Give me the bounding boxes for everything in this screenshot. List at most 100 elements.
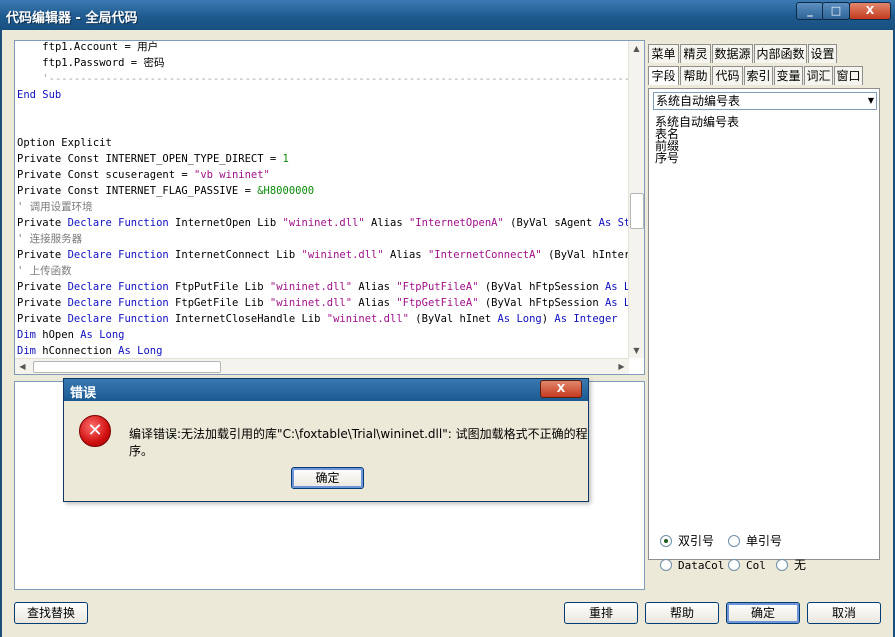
horizontal-scroll-thumb[interactable] xyxy=(33,361,221,373)
close-icon: X xyxy=(865,4,875,17)
code-token: hConnection xyxy=(35,345,119,357)
code-token: "wininet.dll" xyxy=(301,249,384,261)
tab-2[interactable]: 帮助 xyxy=(680,66,711,85)
radio-label: Col xyxy=(746,559,766,572)
code-token: As Long xyxy=(80,329,125,341)
code-token: ' 连接服务器 xyxy=(17,233,83,245)
code-line[interactable]: Option Explicit xyxy=(17,135,112,151)
code-line[interactable]: Private Declare Function InternetConnect… xyxy=(17,247,644,263)
code-token: Private Const scuseragent = xyxy=(17,169,195,181)
tab-1[interactable]: 字段 xyxy=(648,66,679,85)
maximize-button[interactable]: □ xyxy=(822,2,850,20)
help-button[interactable]: 帮助 xyxy=(645,602,719,624)
code-token: ftp1.Password = 密码 xyxy=(42,57,165,69)
code-line[interactable]: Private Const INTERNET_FLAG_PASSIVE = &H… xyxy=(17,183,314,199)
window-titlebar[interactable]: 代码编辑器 - 全局代码 _ □ X xyxy=(0,0,895,30)
scroll-up-icon[interactable]: ▲ xyxy=(629,41,644,56)
scroll-down-icon[interactable]: ▼ xyxy=(629,343,644,358)
tab-4[interactable]: 索引 xyxy=(744,66,773,85)
code-line[interactable]: ' 调用设置环境 xyxy=(17,199,93,215)
tab-5[interactable]: 变量 xyxy=(774,66,803,85)
window-client: ftp1.Account = 用户 ftp1.Password = 密码 '--… xyxy=(2,30,893,637)
code-token: Dim xyxy=(17,345,36,357)
code-line[interactable]: Private Declare Function InternetOpen Li… xyxy=(17,215,644,231)
radio-checked-icon xyxy=(660,535,672,547)
code-line[interactable]: Private Declare Function FtpGetFile Lib … xyxy=(17,295,644,311)
chevron-down-icon[interactable]: ▼ xyxy=(868,96,874,105)
tab-2[interactable]: 精灵 xyxy=(680,44,711,63)
code-token: Private Const INTERNET_OPEN_TYPE_DIRECT … xyxy=(17,153,283,165)
code-line[interactable]: ' 连接服务器 xyxy=(17,231,82,247)
tab-5[interactable]: 设置 xyxy=(808,44,837,63)
code-line[interactable]: ftp1.Account = 用户 xyxy=(17,41,159,55)
table-select[interactable]: 系统自动编号表 ▼ xyxy=(653,92,877,110)
tab-4[interactable]: 内部函数 xyxy=(754,44,807,63)
radio-label: 单引号 xyxy=(746,534,783,548)
radio-datacol[interactable]: DataCol xyxy=(660,558,724,573)
table-select-value: 系统自动编号表 xyxy=(656,94,741,108)
cancel-button[interactable]: 取消 xyxy=(807,602,881,624)
code-token: Declare Function xyxy=(67,249,169,261)
minimize-icon: _ xyxy=(807,4,813,17)
code-line[interactable]: Private Declare Function InternetCloseHa… xyxy=(17,311,618,327)
error-dialog-titlebar[interactable]: 错误 X xyxy=(64,379,588,401)
code-token: Declare Function xyxy=(67,297,169,309)
radio-label: 无 xyxy=(794,558,807,572)
code-line[interactable]: Dim hConnection As Long xyxy=(17,343,162,359)
radio-unchecked-icon xyxy=(660,559,672,571)
close-button[interactable]: X xyxy=(849,2,891,20)
tab-3[interactable]: 代码 xyxy=(712,66,743,85)
code-token: InternetOpen Lib xyxy=(168,217,283,229)
error-dialog-close-button[interactable]: X xyxy=(540,380,582,398)
code-token: "FtpPutFileA" xyxy=(396,281,479,293)
scroll-left-icon[interactable]: ◀ xyxy=(15,359,30,374)
ok-button[interactable]: 确定 xyxy=(726,602,800,624)
code-token: "wininet.dll" xyxy=(269,297,353,309)
vertical-scroll-thumb[interactable] xyxy=(630,193,644,229)
radio-unchecked-icon xyxy=(728,559,740,571)
code-token: Declare Function xyxy=(67,281,169,293)
code-line[interactable]: Dim hOpen As Long xyxy=(17,327,125,343)
find-replace-button[interactable]: 查找替换 xyxy=(14,602,88,624)
code-token: InternetCloseHandle Lib xyxy=(168,313,327,325)
code-line[interactable]: ftp1.Password = 密码 xyxy=(17,55,164,71)
list-item[interactable]: 序号 xyxy=(655,152,679,164)
code-token: "wininet.dll" xyxy=(326,313,409,325)
code-token: 1 xyxy=(282,153,289,165)
scroll-right-icon[interactable]: ▶ xyxy=(614,359,629,374)
code-line[interactable]: End Sub xyxy=(17,87,61,103)
code-editor[interactable]: ftp1.Account = 用户 ftp1.Password = 密码 '--… xyxy=(14,40,645,375)
rearrange-button[interactable]: 重排 xyxy=(564,602,638,624)
radio-none[interactable]: 无 xyxy=(776,558,806,572)
editor-horizontal-scrollbar[interactable]: ◀ ▶ xyxy=(15,358,629,374)
radio-col[interactable]: Col xyxy=(728,558,766,573)
code-token: "InternetOpenA" xyxy=(408,217,504,229)
code-token: &H8000000 xyxy=(257,185,315,197)
code-token: As Integer xyxy=(554,313,618,325)
maximize-icon: □ xyxy=(830,4,842,17)
minimize-button[interactable]: _ xyxy=(796,2,824,20)
code-token: ftp1.Account = 用户 xyxy=(42,41,159,53)
tab-6[interactable]: 词汇 xyxy=(804,66,833,85)
field-panel: 系统自动编号表 ▼ 系统自动编号表 表名 前缀 序号 xyxy=(648,88,880,560)
error-icon: ✕ xyxy=(79,415,111,447)
tab-1[interactable]: 菜单 xyxy=(648,44,679,63)
radio-label: DataCol xyxy=(678,559,725,572)
code-token: Alias xyxy=(364,217,409,229)
code-line[interactable]: Private Const INTERNET_OPEN_TYPE_DIRECT … xyxy=(17,151,289,167)
code-line[interactable]: Private Const scuseragent = "vb wininet" xyxy=(17,167,270,183)
code-line[interactable]: '---------------------------------------… xyxy=(17,71,644,87)
radio-single-quote[interactable]: 单引号 xyxy=(728,534,782,548)
error-message: 编译错误:无法加载引用的库"C:\foxtable\Trial\wininet.… xyxy=(129,427,588,458)
code-line[interactable]: ' 上传函数 xyxy=(17,263,72,279)
tab-7[interactable]: 窗口 xyxy=(834,66,863,85)
code-token: Private Const INTERNET_FLAG_PASSIVE = xyxy=(17,185,258,197)
radio-double-quote[interactable]: 双引号 xyxy=(660,534,714,548)
error-dialog-ok-button[interactable]: 确定 xyxy=(291,467,364,489)
code-token: Declare Function xyxy=(67,217,169,229)
code-line[interactable]: Private Declare Function FtpPutFile Lib … xyxy=(17,279,644,295)
editor-vertical-scrollbar[interactable]: ▲ ▼ xyxy=(628,41,644,358)
tab-3[interactable]: 数据源 xyxy=(712,44,753,63)
window-title: 代码编辑器 - 全局代码 xyxy=(6,11,138,26)
error-dialog-title: 错误 xyxy=(70,386,97,401)
